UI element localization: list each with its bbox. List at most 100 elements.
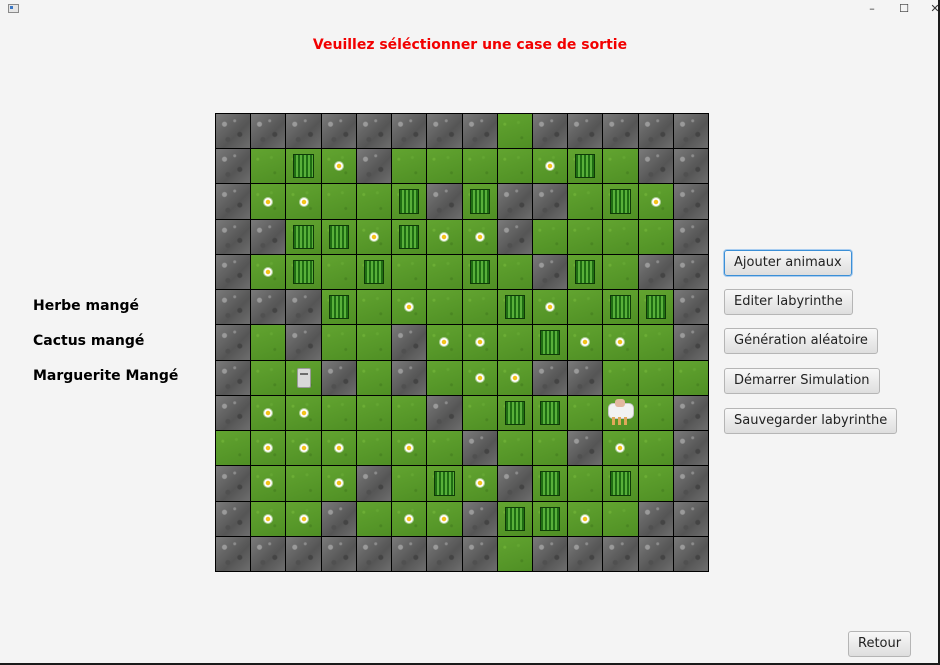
maze-cell-rock[interactable] xyxy=(251,290,286,325)
maze-cell-rock[interactable] xyxy=(673,254,708,290)
maze-cell-flower[interactable] xyxy=(392,501,427,536)
maze-cell-rock[interactable] xyxy=(216,360,251,395)
maze-cell-grass[interactable] xyxy=(356,325,392,360)
maze-cell-grass[interactable] xyxy=(356,395,392,431)
maze-cell-rock[interactable] xyxy=(673,431,708,466)
maze-cell-grass[interactable] xyxy=(427,254,462,290)
maze-cell-rock[interactable] xyxy=(673,290,708,325)
maze-cell-rock[interactable] xyxy=(462,431,497,466)
maze-cell-rock[interactable] xyxy=(356,149,392,184)
maze-cell-rock[interactable] xyxy=(216,536,251,571)
maze-cell-grass[interactable] xyxy=(321,184,356,219)
maze-cell-grass[interactable] xyxy=(638,466,673,501)
maze-cell-cactus[interactable] xyxy=(462,184,497,219)
maze-cell-rock[interactable] xyxy=(216,325,251,360)
edit-maze-button[interactable]: Editer labyrinthe xyxy=(724,289,853,315)
maze-cell-flower[interactable] xyxy=(603,431,638,466)
maze-cell-rock[interactable] xyxy=(286,290,321,325)
maze-cell-flower[interactable] xyxy=(462,219,497,254)
maze-cell-flower[interactable] xyxy=(392,431,427,466)
maze-cell-flower[interactable] xyxy=(427,219,462,254)
maze-cell-grass[interactable] xyxy=(356,184,392,219)
start-simulation-button[interactable]: Démarrer Simulation xyxy=(724,368,880,394)
maze-cell-rock[interactable] xyxy=(321,114,356,149)
maze-cell-rock[interactable] xyxy=(392,536,427,571)
maze-cell-grass[interactable] xyxy=(321,395,356,431)
maze-cell-rock[interactable] xyxy=(216,501,251,536)
maze-cell-rock[interactable] xyxy=(673,536,708,571)
maze-cell-grass[interactable] xyxy=(673,360,708,395)
maze-cell-flower[interactable] xyxy=(462,325,497,360)
maze-cell-flower[interactable] xyxy=(568,325,603,360)
maze-cell-cactus[interactable] xyxy=(532,466,568,501)
maze-cell-flower[interactable] xyxy=(568,501,603,536)
maximize-icon[interactable]: ☐ xyxy=(887,0,921,18)
maze-cell-grass[interactable] xyxy=(356,290,392,325)
maze-cell-grass[interactable] xyxy=(568,290,603,325)
maze-cell-cactus[interactable] xyxy=(286,149,321,184)
maze-cell-grass[interactable] xyxy=(216,431,251,466)
maze-cell-rock[interactable] xyxy=(673,395,708,431)
maze-cell-grass[interactable] xyxy=(603,360,638,395)
maze-cell-cactus[interactable] xyxy=(603,184,638,219)
maze-cell-flower[interactable] xyxy=(251,254,286,290)
maze-cell-flower[interactable] xyxy=(286,501,321,536)
maze-cell-grass[interactable] xyxy=(251,360,286,395)
maze-cell-rock[interactable] xyxy=(251,114,286,149)
maze-cell-rock[interactable] xyxy=(532,536,568,571)
maze-cell-grass[interactable] xyxy=(568,184,603,219)
maze-cell-rock[interactable] xyxy=(532,360,568,395)
maze-cell-rock[interactable] xyxy=(356,114,392,149)
maze-cell-rock[interactable] xyxy=(286,536,321,571)
maze-cell-grass[interactable] xyxy=(427,360,462,395)
maze-cell-grass[interactable] xyxy=(497,536,532,571)
maze-cell-grass[interactable] xyxy=(497,149,532,184)
maze-cell-flower[interactable] xyxy=(356,219,392,254)
maze-cell-wolf[interactable] xyxy=(286,360,321,395)
maze-cell-flower[interactable] xyxy=(321,431,356,466)
maze-cell-rock[interactable] xyxy=(462,501,497,536)
maze-cell-cactus[interactable] xyxy=(321,290,356,325)
add-animals-button[interactable]: Ajouter animaux xyxy=(724,250,852,276)
maze-cell-grass[interactable] xyxy=(568,466,603,501)
maze-cell-cactus[interactable] xyxy=(532,325,568,360)
maze-cell-grass[interactable] xyxy=(251,325,286,360)
maze-cell-rock[interactable] xyxy=(603,536,638,571)
maze-cell-cactus[interactable] xyxy=(321,219,356,254)
maze-cell-rock[interactable] xyxy=(532,114,568,149)
maze-cell-flower[interactable] xyxy=(427,325,462,360)
maze-cell-cactus[interactable] xyxy=(462,254,497,290)
maze-cell-cactus[interactable] xyxy=(603,466,638,501)
maze-cell-rock[interactable] xyxy=(216,184,251,219)
maze-cell-rock[interactable] xyxy=(216,219,251,254)
maze-cell-rock[interactable] xyxy=(321,536,356,571)
maze-cell-rock[interactable] xyxy=(638,254,673,290)
maze-cell-rock[interactable] xyxy=(392,325,427,360)
maze-cell-rock[interactable] xyxy=(497,466,532,501)
maze-cell-flower[interactable] xyxy=(427,501,462,536)
maze-cell-grass[interactable] xyxy=(356,501,392,536)
maze-cell-cactus[interactable] xyxy=(392,219,427,254)
maze-cell-rock[interactable] xyxy=(216,254,251,290)
maze-cell-flower[interactable] xyxy=(532,149,568,184)
maze-cell-rock[interactable] xyxy=(356,536,392,571)
save-maze-button[interactable]: Sauvegarder labyrinthe xyxy=(724,408,898,434)
maze-cell-grass[interactable] xyxy=(497,254,532,290)
maze-cell-grass[interactable] xyxy=(568,219,603,254)
maze-cell-flower[interactable] xyxy=(251,395,286,431)
maze-cell-grass[interactable] xyxy=(638,360,673,395)
maze-cell-grass[interactable] xyxy=(568,395,603,431)
maze-cell-rock[interactable] xyxy=(462,114,497,149)
maze-cell-rock[interactable] xyxy=(638,536,673,571)
maze-cell-rock[interactable] xyxy=(392,360,427,395)
maze-cell-grass[interactable] xyxy=(356,360,392,395)
maze-cell-grass[interactable] xyxy=(427,290,462,325)
maze-cell-grass[interactable] xyxy=(392,466,427,501)
maze-cell-grass[interactable] xyxy=(462,290,497,325)
maze-cell-rock[interactable] xyxy=(638,501,673,536)
maze-cell-rock[interactable] xyxy=(497,184,532,219)
maze-cell-grass[interactable] xyxy=(603,149,638,184)
maze-cell-cactus[interactable] xyxy=(392,184,427,219)
maze-cell-grass[interactable] xyxy=(427,431,462,466)
maze-cell-rock[interactable] xyxy=(427,184,462,219)
